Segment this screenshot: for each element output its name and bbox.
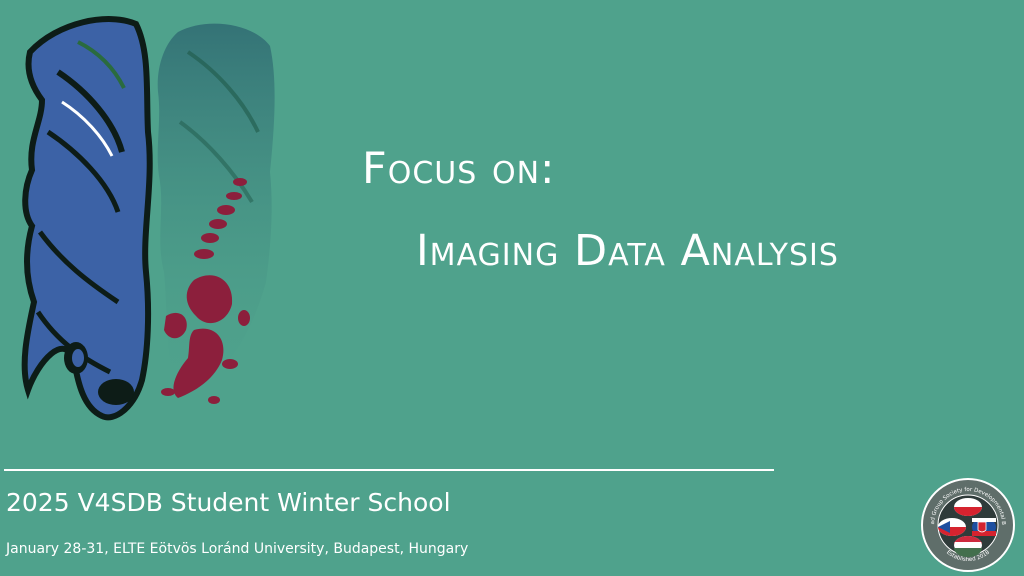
event-details: January 28-31, ELTE Eötvös Loránd Univer… bbox=[6, 541, 469, 557]
heading-focus-on: Focus on: bbox=[362, 144, 556, 194]
divider-line bbox=[4, 469, 774, 471]
heading-topic: Imaging Data Analysis bbox=[416, 226, 839, 276]
society-logo: Visegrad Group Society for Developmental… bbox=[920, 477, 1015, 572]
event-title: 2025 V4SDB Student Winter School bbox=[6, 488, 451, 517]
slide: Focus on: Imaging Data Analysis 2025 V4S… bbox=[0, 0, 1024, 576]
zebrafish-illustration bbox=[21, 16, 275, 421]
